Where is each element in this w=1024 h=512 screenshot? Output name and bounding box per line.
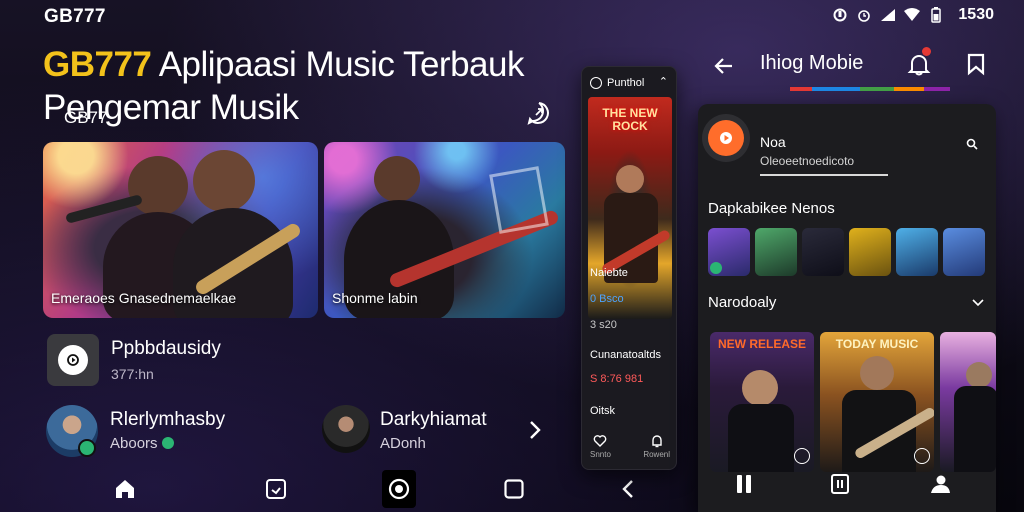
accent-red xyxy=(790,87,812,91)
artist-thumb[interactable] xyxy=(802,228,844,276)
title-rest: Aplipaasi Music Terbauk xyxy=(151,45,525,84)
title-line-1: GB777 Aplipaasi Music Terbauk xyxy=(43,47,583,82)
right-panel-topbar: Ihiog Mobie xyxy=(700,40,1000,100)
right-panel-title: Ihiog Mobie xyxy=(760,52,864,74)
back-arrow-icon[interactable] xyxy=(712,54,736,78)
verified-badge-icon xyxy=(78,439,96,457)
podcast-title: Ppbbdausidy xyxy=(111,338,221,359)
profile-name: Noa xyxy=(760,134,786,150)
artist-thumb[interactable] xyxy=(708,228,750,276)
wifi-icon xyxy=(904,7,921,23)
share-icon[interactable] xyxy=(526,100,552,126)
home-icon[interactable] xyxy=(113,477,137,501)
middle-panel-nav: Snnto Rowenl xyxy=(590,434,670,459)
divider xyxy=(760,174,888,176)
heart-icon xyxy=(593,434,607,448)
page-title: GB777 Aplipaasi Music Terbauk Pengemar M… xyxy=(43,47,583,125)
artist-thumb[interactable] xyxy=(849,228,891,276)
album-card[interactable] xyxy=(940,332,996,472)
artist-item[interactable]: Darkyhiamat ADonh xyxy=(322,405,562,465)
alarm-icon xyxy=(856,7,872,23)
queue-icon[interactable] xyxy=(828,472,852,496)
middle-item[interactable]: 0 Bsco xyxy=(590,293,624,305)
accent-blue xyxy=(812,87,860,91)
pause-icon[interactable] xyxy=(732,472,756,496)
signal-icon xyxy=(880,7,896,23)
play-circle-icon[interactable] xyxy=(914,448,930,464)
search-icon[interactable] xyxy=(966,137,978,150)
artist-strip xyxy=(708,228,988,276)
play-icon xyxy=(58,345,88,375)
chevron-right-icon[interactable] xyxy=(528,420,542,446)
podcast-thumb xyxy=(47,334,99,386)
library-icon[interactable] xyxy=(264,477,288,501)
accent-bar xyxy=(790,87,950,91)
disc-icon[interactable] xyxy=(387,477,411,501)
middle-nav-item[interactable]: Snnto xyxy=(590,434,611,459)
minus-circle-icon[interactable] xyxy=(590,77,602,89)
battery-icon xyxy=(928,7,944,23)
artist-thumb[interactable] xyxy=(896,228,938,276)
artist-sub: Aboors xyxy=(110,435,174,452)
middle-item[interactable]: Cunanatoaltds xyxy=(590,349,661,361)
right-panel: Noa Oleoeetnoedicoto Dapkabikee Nenos Na… xyxy=(698,104,996,512)
middle-item[interactable]: Oitsk xyxy=(590,405,615,417)
right-panel-label: GB77 xyxy=(64,108,108,127)
accent-purple xyxy=(924,87,950,91)
poster-image[interactable]: THE NEW ROCK xyxy=(588,97,672,319)
avatar xyxy=(322,405,370,453)
profile-description: Oleoeetnoedicoto xyxy=(760,154,855,168)
featured-card-1[interactable]: Emeraoes Gnasednemaelkae xyxy=(43,142,318,318)
back-icon[interactable] xyxy=(616,477,640,501)
album-card[interactable]: NEW RELEASE xyxy=(710,332,814,472)
middle-item[interactable]: S 8:76 981 xyxy=(590,373,643,385)
middle-item[interactable]: 3 s20 xyxy=(590,319,617,331)
featured-card-2-caption: Shonme labin xyxy=(332,290,418,306)
status-icons: 1530 xyxy=(832,6,994,24)
artist-sub: ADonh xyxy=(380,435,426,452)
album-card[interactable]: TODAY MUSIC xyxy=(820,332,934,472)
accent-green xyxy=(860,87,894,91)
middle-item[interactable]: Naiebte xyxy=(590,267,628,279)
album-title: NEW RELEASE xyxy=(717,337,806,351)
section-title-recent: Narodoaly xyxy=(708,294,777,311)
notification-dot xyxy=(922,47,931,56)
accent-orange xyxy=(894,87,924,91)
focus-icon xyxy=(832,7,848,23)
title-line-2: Pengemar Musik xyxy=(43,88,299,127)
status-bar: GB777 1530 xyxy=(0,0,1024,32)
status-time: 1530 xyxy=(958,6,994,23)
bell-icon xyxy=(650,434,664,448)
profile-icon[interactable] xyxy=(928,472,952,496)
middle-nav-item[interactable]: Rowenl xyxy=(643,434,670,459)
artist-thumb[interactable] xyxy=(943,228,985,276)
middle-panel: Punthol ⌃ THE NEW ROCK Naiebte 0 Bsco 3 … xyxy=(581,66,677,470)
collapse-icon[interactable]: ⌃ xyxy=(659,75,668,88)
profile-avatar[interactable] xyxy=(708,120,744,156)
section-title-artists: Dapkabikee Nenos xyxy=(708,200,835,217)
artist-name: Darkyhiamat xyxy=(380,409,487,430)
online-dot-icon xyxy=(161,437,174,449)
artist-name: Rlerlymhasby xyxy=(110,409,226,430)
square-icon[interactable] xyxy=(502,477,526,501)
artist-item[interactable]: Rlerlymhasby Aboors xyxy=(46,405,306,465)
middle-panel-header: Punthol xyxy=(590,77,644,89)
album-title: TODAY MUSIC xyxy=(835,337,919,351)
featured-card-1-caption: Emeraoes Gnasednemaelkae xyxy=(51,290,237,306)
play-circle-icon[interactable] xyxy=(794,448,810,464)
title-brand: GB777 xyxy=(43,45,152,84)
poster-title: THE NEW ROCK xyxy=(602,106,658,134)
status-brand: GB777 xyxy=(44,6,106,27)
list-item-podcast[interactable]: Ppbbdausidy 377:hn xyxy=(47,334,557,389)
artist-thumb[interactable] xyxy=(755,228,797,276)
bookmark-icon[interactable] xyxy=(964,52,988,76)
chevron-down-icon[interactable] xyxy=(972,296,984,310)
middle-panel-title: Punthol xyxy=(607,77,645,89)
podcast-subtitle: 377:hn xyxy=(111,366,154,382)
featured-card-2[interactable]: Shonme labin xyxy=(324,142,565,318)
